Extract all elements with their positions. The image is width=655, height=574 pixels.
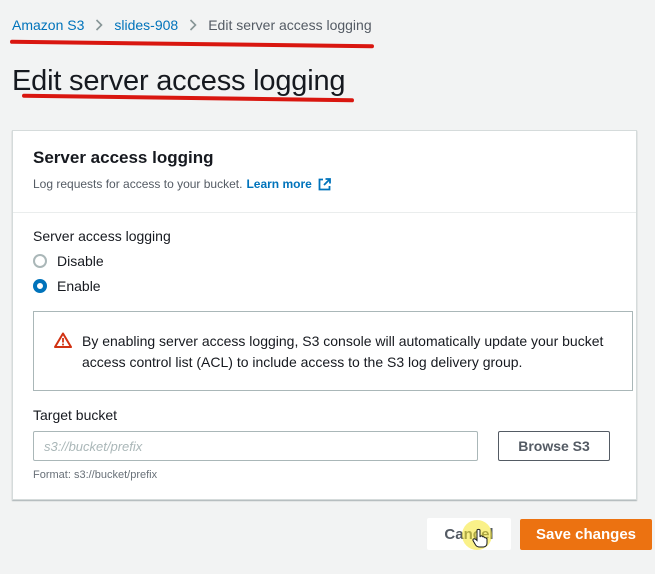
breadcrumb-current: Edit server access logging xyxy=(208,17,372,33)
radio-enable-label: Enable xyxy=(57,277,101,294)
panel-description: Log requests for access to your bucket. … xyxy=(33,177,616,191)
panel-description-text: Log requests for access to your bucket. xyxy=(33,177,243,191)
page-title: Edit server access logging xyxy=(12,65,346,97)
annotation-underline xyxy=(9,39,375,49)
breadcrumb-amazon-s3-link[interactable]: Amazon S3 xyxy=(12,17,84,33)
acl-warning-alert: By enabling server access logging, S3 co… xyxy=(33,311,633,391)
learn-more-label: Learn more xyxy=(246,177,312,191)
target-bucket-label: Target bucket xyxy=(33,407,118,423)
warning-triangle-icon xyxy=(54,332,72,348)
learn-more-link[interactable]: Learn more xyxy=(246,177,331,191)
logging-field-label: Server access logging xyxy=(33,228,171,244)
radio-option-enable[interactable]: Enable xyxy=(33,277,616,294)
panel-title: Server access logging xyxy=(33,148,214,167)
panel-header: Server access logging Log requests for a… xyxy=(13,131,636,213)
radio-disable[interactable] xyxy=(33,253,47,268)
hand-cursor-icon xyxy=(472,528,488,548)
breadcrumb: Amazon S3 slides-908 Edit server access … xyxy=(12,17,372,33)
save-changes-button[interactable]: Save changes xyxy=(520,519,652,550)
chevron-right-icon xyxy=(189,19,197,31)
radio-enable[interactable] xyxy=(33,278,47,293)
format-hint: Format: s3://bucket/prefix xyxy=(33,469,158,481)
chevron-right-icon xyxy=(95,19,104,31)
target-bucket-input[interactable] xyxy=(33,431,478,461)
external-link-icon xyxy=(318,177,331,190)
alert-text: By enabling server access logging, S3 co… xyxy=(82,333,604,370)
browse-s3-button[interactable]: Browse S3 xyxy=(498,431,610,461)
radio-option-disable[interactable]: Disable xyxy=(33,252,616,269)
panel-body: Server access logging Disable Enable By … xyxy=(13,213,636,481)
breadcrumb-bucket-link[interactable]: slides-908 xyxy=(114,17,178,33)
server-access-logging-panel: Server access logging Log requests for a… xyxy=(12,130,637,500)
target-bucket-row: Browse S3 xyxy=(33,431,616,461)
radio-disable-label: Disable xyxy=(57,252,104,269)
cancel-button[interactable]: Cancel xyxy=(427,518,511,550)
